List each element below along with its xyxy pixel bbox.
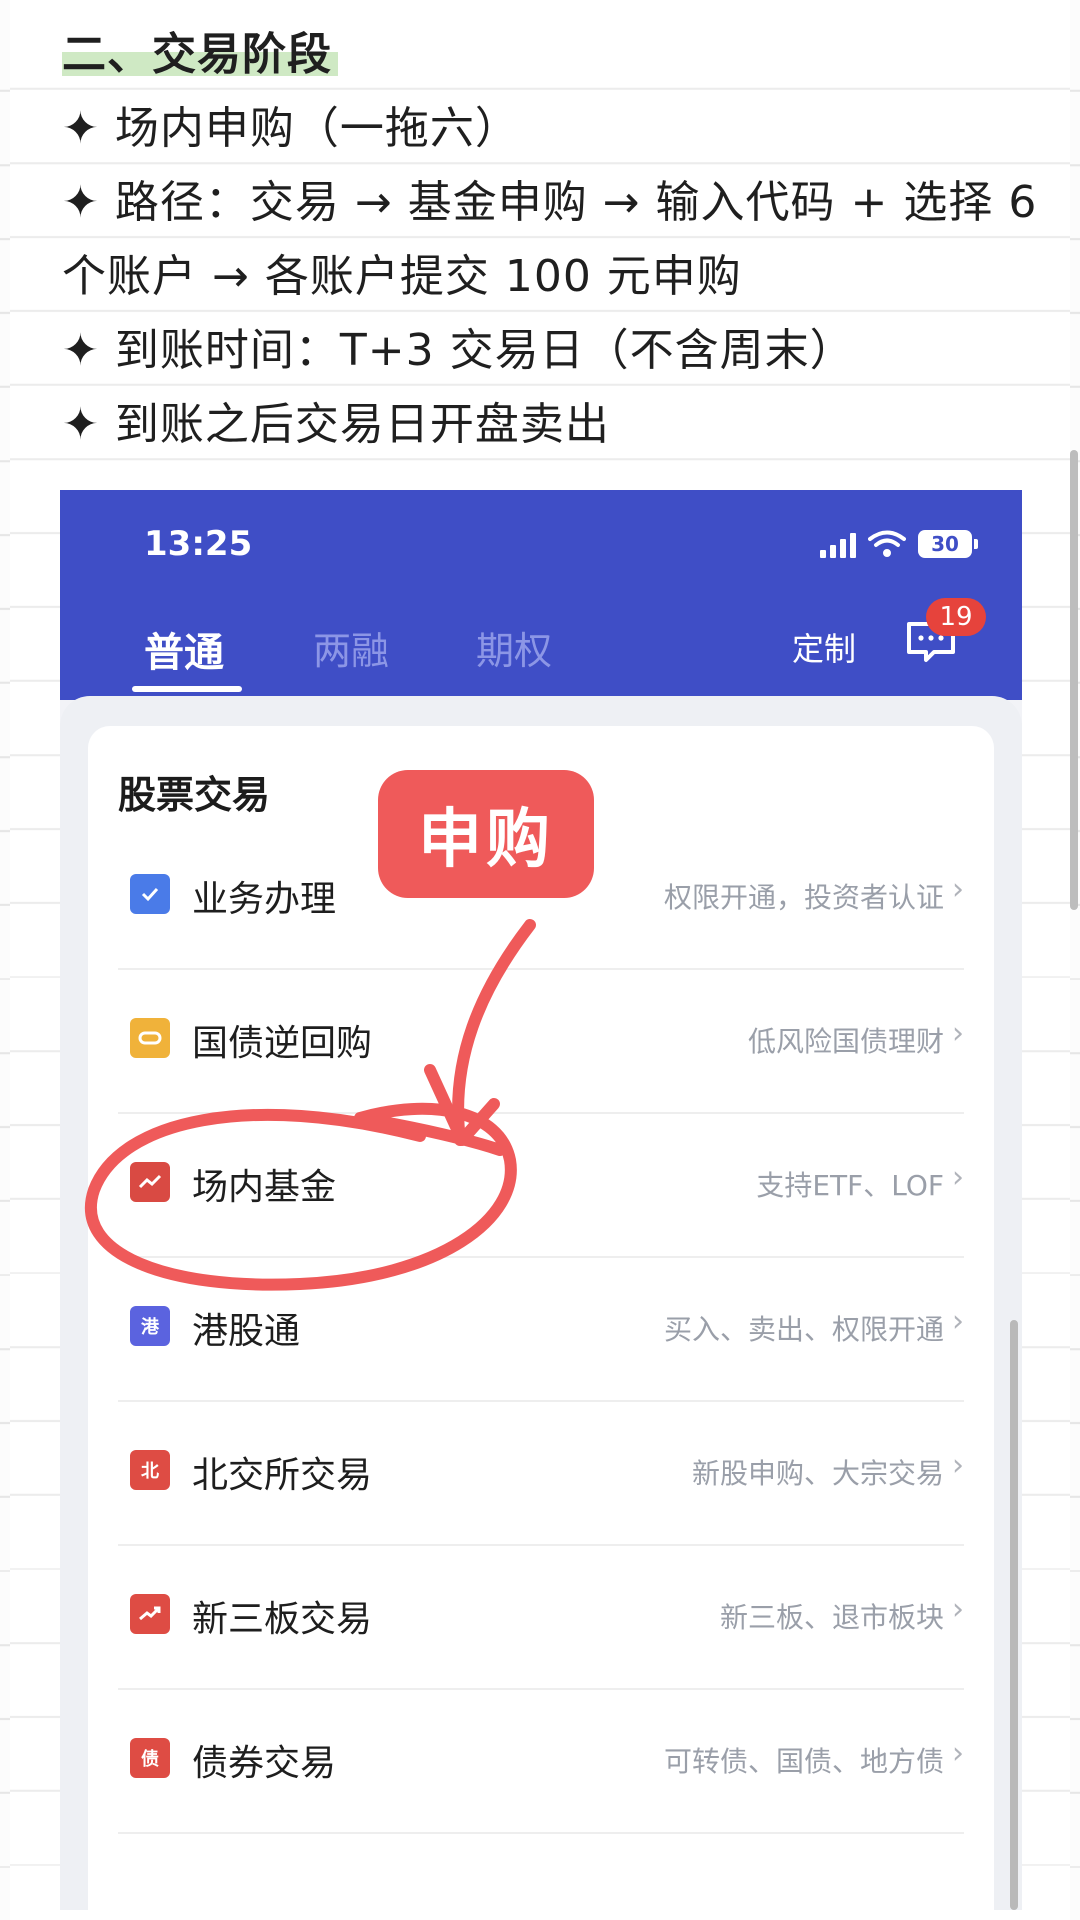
wifi-icon	[868, 530, 906, 557]
menu-item-exchange-fund[interactable]: 场内基金 支持ETF、LOF ›	[118, 1112, 964, 1258]
menu-item-label: 港股通	[192, 1311, 301, 1352]
signal-icon	[820, 530, 856, 558]
menu-item-label: 新三板交易	[192, 1599, 373, 1640]
tab-normal[interactable]: 普通	[144, 620, 224, 678]
battery-icon: 30	[918, 530, 978, 558]
tab-margin[interactable]: 两融	[313, 620, 389, 675]
bond-badge-icon: 债	[130, 1738, 170, 1778]
menu-item-desc: 可转债、国债、地方债	[663, 1745, 944, 1778]
section-title: 股票交易	[118, 773, 271, 817]
customize-button[interactable]: 定制	[792, 624, 856, 670]
embedded-phone-screenshot: 13:25 30 普通 两融 期权 定制 19 股票交易 业务办理 权限开通，投…	[60, 490, 1022, 1910]
status-time: 13:25	[144, 524, 253, 564]
phone-scrollbar	[1010, 1320, 1018, 1910]
note-line: ✦ 到账时间：T+3 交易日（不含周末）	[62, 325, 855, 376]
tab-underline	[132, 686, 242, 692]
chevron-right-icon: ›	[952, 1304, 964, 1339]
note-line: ✦ 到账之后交易日开盘卖出	[62, 399, 610, 450]
menu-item-desc: 支持ETF、LOF	[756, 1169, 944, 1202]
note-line: ✦ 场内申购（一拖六）	[62, 103, 520, 154]
menu-item-desc: 低风险国债理财	[747, 1025, 944, 1058]
note-line: 个账户 → 各账户提交 100 元申购	[62, 251, 742, 302]
menu-item-neeq[interactable]: 新三板交易 新三板、退市板块 ›	[118, 1544, 964, 1690]
menu-item-reverse-repo[interactable]: 国债逆回购 低风险国债理财 ›	[118, 968, 964, 1114]
page-scrollbar[interactable]	[1070, 450, 1078, 910]
bse-badge-icon: 北	[130, 1450, 170, 1490]
trend-board-icon	[130, 1594, 170, 1634]
menu-item-label: 债券交易	[192, 1743, 337, 1784]
menu-item-label: 国债逆回购	[192, 1023, 373, 1064]
tab-options[interactable]: 期权	[476, 620, 552, 675]
hk-badge-icon: 港	[130, 1306, 170, 1346]
chevron-right-icon: ›	[952, 1592, 964, 1627]
menu-item-desc: 权限开通，投资者认证	[663, 881, 944, 914]
menu-item-bonds[interactable]: 债 债券交易 可转债、国债、地方债 ›	[118, 1688, 964, 1834]
chevron-right-icon: ›	[952, 1016, 964, 1051]
bond-repo-icon	[130, 1018, 170, 1058]
status-icons: 30	[820, 526, 978, 562]
callout-badge: 申购	[378, 770, 594, 898]
app-header: 13:25 30 普通 两融 期权 定制 19	[60, 490, 1022, 700]
menu-item-bse[interactable]: 北 北交所交易 新股申购、大宗交易 ›	[118, 1400, 964, 1546]
note-title: 二、交易阶段	[62, 18, 338, 92]
menu-item-label: 场内基金	[192, 1167, 337, 1208]
clipboard-check-icon	[130, 874, 170, 914]
menu-item-desc: 买入、卖出、权限开通	[663, 1313, 944, 1346]
chevron-right-icon: ›	[952, 1448, 964, 1483]
menu-item-desc: 新三板、退市板块	[719, 1601, 944, 1634]
message-badge: 19	[926, 598, 986, 636]
menu-item-hk-connect[interactable]: 港 港股通 买入、卖出、权限开通 ›	[118, 1256, 964, 1402]
menu-item-desc: 新股申购、大宗交易	[691, 1457, 944, 1490]
menu-item-label: 北交所交易	[192, 1455, 373, 1496]
note-line: ✦ 路径：交易 → 基金申购 → 输入代码 + 选择 6	[62, 177, 1038, 228]
chevron-right-icon: ›	[952, 1736, 964, 1771]
menu-item-label: 业务办理	[192, 879, 337, 920]
stock-trading-panel: 股票交易 业务办理 权限开通，投资者认证 › 国债逆回购 低风险国债理财 › 场…	[88, 726, 994, 1910]
chevron-right-icon: ›	[952, 872, 964, 907]
chevron-right-icon: ›	[952, 1160, 964, 1195]
fund-chart-icon	[130, 1162, 170, 1202]
